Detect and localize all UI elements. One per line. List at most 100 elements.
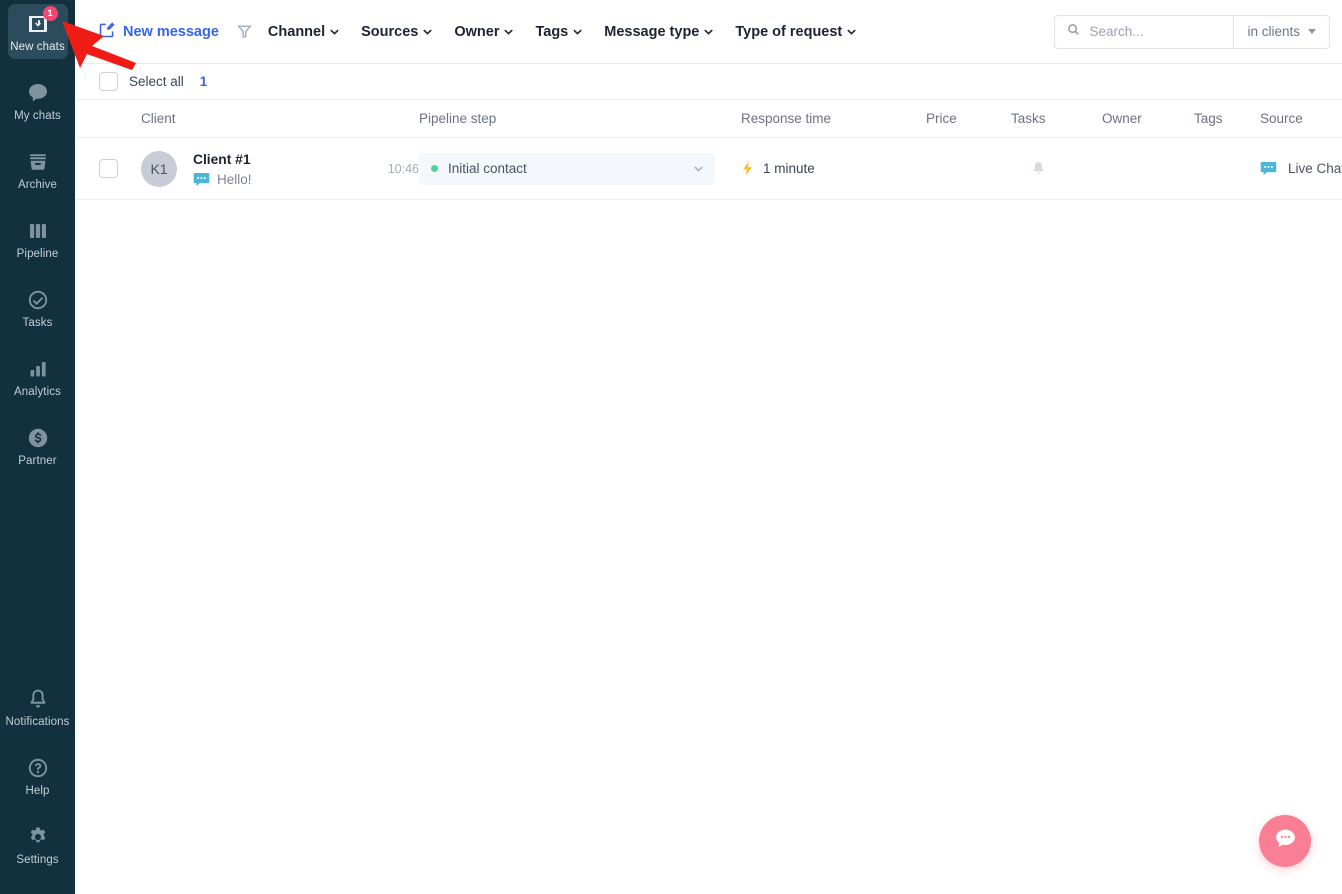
app-root: 1 New chats My chats Archive Pipeline Ta…: [0, 0, 1342, 894]
funnel-icon[interactable]: [237, 24, 252, 39]
sidebar-item-partner[interactable]: Partner: [8, 418, 68, 473]
sidebar-item-new-chats[interactable]: 1 New chats: [7, 4, 68, 59]
table-header: Client Pipeline step Response time Price…: [75, 100, 1342, 138]
source-value-group: Live Chat: [1260, 161, 1342, 176]
select-all-checkbox[interactable]: [99, 72, 118, 91]
filter-label: Type of request: [735, 23, 843, 40]
search-scope-label: in clients: [1247, 24, 1300, 39]
search-scope-dropdown[interactable]: in clients: [1233, 15, 1329, 48]
client-name: Client #1: [193, 151, 251, 167]
row-checkbox[interactable]: [99, 159, 118, 178]
sidebar-item-label: New chats: [10, 41, 65, 53]
sidebar-item-my-chats[interactable]: My chats: [8, 73, 68, 128]
filter-label: Message type: [604, 23, 700, 40]
sidebar-bottom-group: Notifications Help Settings: [0, 679, 75, 894]
pipeline-step-value: Initial contact: [448, 161, 527, 176]
chevron-down-icon: [847, 29, 857, 35]
cell-tasks: [1011, 161, 1102, 177]
sidebar-item-label: Partner: [18, 455, 57, 467]
sidebar-item-archive[interactable]: Archive: [8, 142, 68, 197]
filter-label: Tags: [535, 23, 569, 40]
new-message-button[interactable]: New message: [99, 21, 219, 42]
search-icon: [1067, 23, 1080, 41]
filter-message-type[interactable]: Message type: [604, 23, 714, 40]
live-chat-icon: [193, 172, 210, 187]
speech-bubble-icon: [26, 81, 50, 105]
toolbar: New message Channel Sources Owner Tags M…: [75, 0, 1342, 64]
filter-tags[interactable]: Tags: [535, 23, 583, 40]
header-tasks: Tasks: [1011, 111, 1046, 126]
sidebar-item-label: Pipeline: [16, 248, 59, 260]
filter-label: Sources: [361, 23, 419, 40]
table-row[interactable]: K1 Client #1 Hello! 10:46 Initial contac…: [75, 138, 1342, 200]
main-content: New message Channel Sources Owner Tags M…: [75, 0, 1342, 894]
chevron-down-icon: [573, 29, 583, 35]
header-source: Source: [1260, 111, 1303, 126]
gear-icon: [26, 825, 50, 849]
filter-owner[interactable]: Owner: [454, 23, 514, 40]
columns-icon: [26, 219, 50, 243]
sidebar-item-label: Analytics: [14, 386, 61, 398]
lightning-bolt-icon: [741, 161, 754, 176]
sidebar-item-label: Notifications: [5, 716, 70, 728]
table-body: K1 Client #1 Hello! 10:46 Initial contac…: [75, 138, 1342, 894]
chevron-down-icon: [330, 29, 339, 35]
cell-source: Live Chat: [1260, 161, 1342, 176]
sidebar-item-label: Settings: [16, 854, 59, 866]
cell-response-time: 1 minute: [741, 161, 926, 176]
header-pipeline-step: Pipeline step: [419, 111, 497, 126]
cell-client: K1 Client #1 Hello! 10:46: [141, 150, 419, 187]
client-text-block: Client #1 Hello!: [193, 151, 380, 187]
sidebar-item-label: Tasks: [22, 317, 53, 329]
avatar: K1: [141, 150, 177, 187]
new-chats-badge: 1: [42, 6, 58, 21]
selected-count: 1: [199, 74, 208, 89]
pipeline-step-dropdown[interactable]: Initial contact: [419, 152, 715, 185]
filter-label: Channel: [267, 23, 326, 40]
sidebar-item-tasks[interactable]: Tasks: [8, 280, 68, 335]
select-all-bar: Select all 1: [75, 64, 1342, 100]
chevron-down-icon: [423, 29, 433, 35]
live-chat-icon: [1260, 161, 1277, 176]
sidebar: 1 New chats My chats Archive Pipeline Ta…: [0, 0, 75, 894]
chevron-down-icon: [694, 166, 703, 172]
new-message-label: New message: [123, 23, 219, 40]
chat-bubble-icon: [1273, 827, 1298, 856]
search-bar: in clients: [1054, 14, 1330, 49]
chat-widget-button[interactable]: [1259, 815, 1311, 867]
compose-icon: [99, 21, 115, 42]
filter-sources[interactable]: Sources: [361, 23, 433, 40]
client-preview: Hello!: [193, 172, 380, 187]
sidebar-item-analytics[interactable]: Analytics: [8, 349, 68, 404]
archive-box-icon: [26, 150, 50, 174]
header-client: Client: [141, 111, 176, 126]
status-dot: [431, 165, 438, 172]
sidebar-top-group: 1 New chats My chats Archive Pipeline Ta…: [0, 0, 75, 487]
sidebar-item-label: Help: [25, 785, 50, 797]
select-all-label: Select all: [129, 74, 184, 89]
header-response-time: Response time: [741, 111, 832, 126]
question-circle-icon: [26, 756, 50, 780]
filter-channel[interactable]: Channel: [268, 24, 339, 40]
bell-icon[interactable]: [1031, 161, 1046, 177]
sidebar-item-help[interactable]: Help: [8, 748, 68, 803]
response-time-value: 1 minute: [763, 161, 815, 176]
dollar-circle-icon: [26, 426, 50, 450]
search-box[interactable]: [1055, 16, 1233, 48]
search-input[interactable]: [1089, 24, 1222, 39]
source-value: Live Chat: [1288, 161, 1342, 176]
header-owner: Owner: [1102, 111, 1142, 126]
sidebar-item-label: My chats: [14, 110, 61, 122]
chevron-down-icon: [704, 29, 714, 35]
sidebar-item-settings[interactable]: Settings: [8, 817, 68, 872]
sidebar-item-notifications[interactable]: Notifications: [5, 679, 70, 734]
filter-type-of-request[interactable]: Type of request: [735, 23, 857, 40]
sidebar-item-pipeline[interactable]: Pipeline: [8, 211, 68, 266]
check-circle-icon: [26, 288, 50, 312]
chevron-down-icon: [1308, 29, 1316, 34]
bar-chart-icon: [26, 357, 50, 381]
cell-pipeline-step: Initial contact: [419, 152, 741, 185]
filter-label: Owner: [454, 23, 500, 40]
bell-icon: [26, 687, 50, 711]
header-tags: Tags: [1194, 111, 1223, 126]
